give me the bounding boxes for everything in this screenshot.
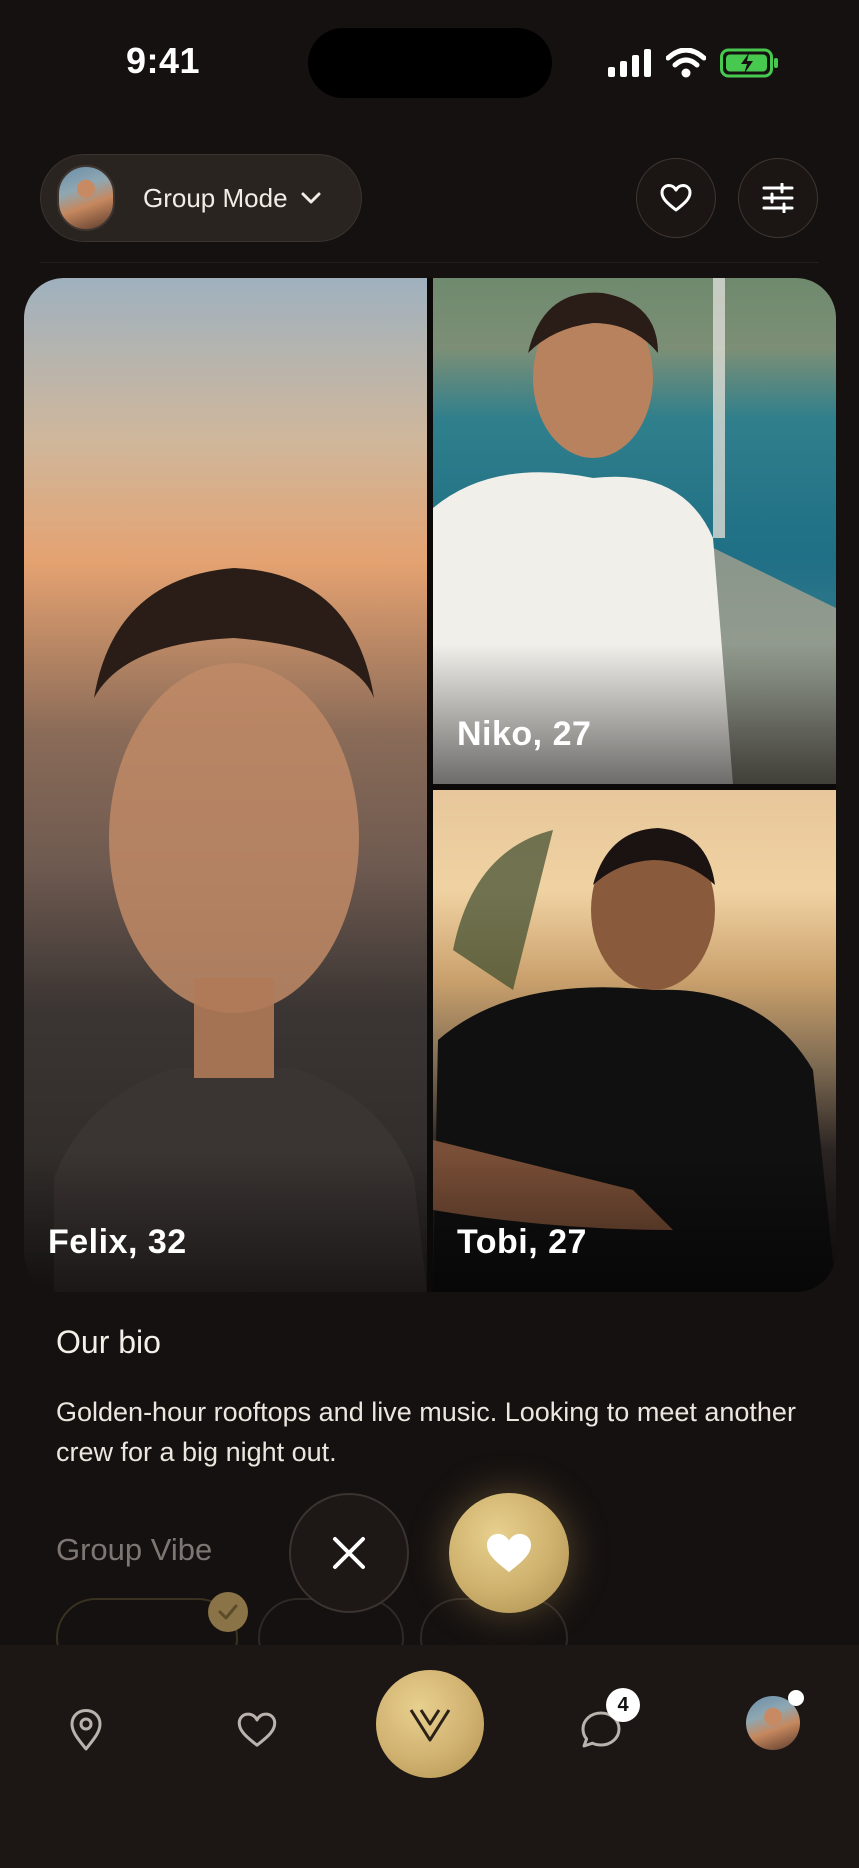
- app-logo-icon: [409, 1709, 451, 1742]
- wifi-icon: [666, 48, 706, 78]
- profile-name-age: Felix, 32: [48, 1223, 187, 1261]
- profile-name-age: Tobi, 27: [457, 1223, 587, 1261]
- group-mode-label: Group Mode: [143, 182, 288, 213]
- notification-dot: [788, 1690, 804, 1706]
- pass-button[interactable]: [289, 1493, 409, 1613]
- tab-likes[interactable]: [227, 1700, 287, 1760]
- profile-photo-niko[interactable]: Niko, 27: [433, 278, 836, 784]
- header-divider: [40, 262, 819, 263]
- tab-nearby[interactable]: [56, 1700, 116, 1760]
- heart-icon: [237, 1712, 277, 1747]
- tab-discover[interactable]: [376, 1670, 484, 1778]
- heart-icon: [487, 1533, 531, 1573]
- bio-text: Golden-hour rooftops and live music. Loo…: [56, 1397, 796, 1467]
- filters-button[interactable]: [738, 158, 818, 238]
- check-icon: [208, 1592, 248, 1632]
- close-icon: [333, 1537, 365, 1569]
- location-pin-icon: [70, 1709, 102, 1751]
- sliders-icon: [762, 183, 794, 213]
- group-photo-grid: Felix, 32 Niko, 27 Tobi, 27: [24, 278, 836, 1292]
- status-time: 9:41: [126, 40, 201, 81]
- bio-title: Our bio: [56, 1324, 161, 1360]
- profile-photo-tobi[interactable]: Tobi, 27: [433, 790, 836, 1292]
- messages-badge: 4: [606, 1688, 640, 1722]
- user-avatar: [57, 165, 115, 231]
- chevron-down-icon: [300, 191, 322, 205]
- status-icons: [608, 46, 780, 80]
- battery-icon: [720, 48, 778, 78]
- felix-portrait: [54, 568, 427, 1292]
- dynamic-island: [308, 28, 552, 98]
- likes-button[interactable]: [636, 158, 716, 238]
- profile-photo-felix[interactable]: Felix, 32: [24, 278, 427, 1292]
- like-button[interactable]: [449, 1493, 569, 1613]
- group-vibe-title: Group Vibe: [56, 1532, 213, 1567]
- app-screen: 9:41 Group Mode Felix, 32 Niko, 27 Tobi,…: [0, 0, 859, 1868]
- profile-name-age: Niko, 27: [457, 715, 592, 753]
- heart-icon: [660, 184, 692, 212]
- group-mode-selector[interactable]: Group Mode: [40, 154, 362, 242]
- signal-icon: [608, 49, 651, 77]
